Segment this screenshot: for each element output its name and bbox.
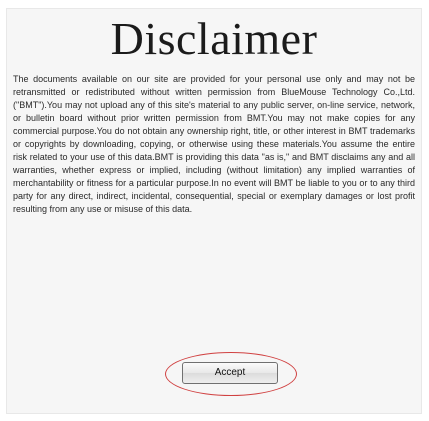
screenshot-frame: Disclaimer The documents available on ou… bbox=[0, 0, 429, 421]
disclaimer-dialog: Disclaimer The documents available on ou… bbox=[6, 8, 422, 414]
dialog-title: Disclaimer bbox=[110, 13, 318, 64]
disclaimer-text: The documents available on our site are … bbox=[13, 74, 415, 214]
accept-button[interactable]: Accept bbox=[182, 362, 278, 384]
